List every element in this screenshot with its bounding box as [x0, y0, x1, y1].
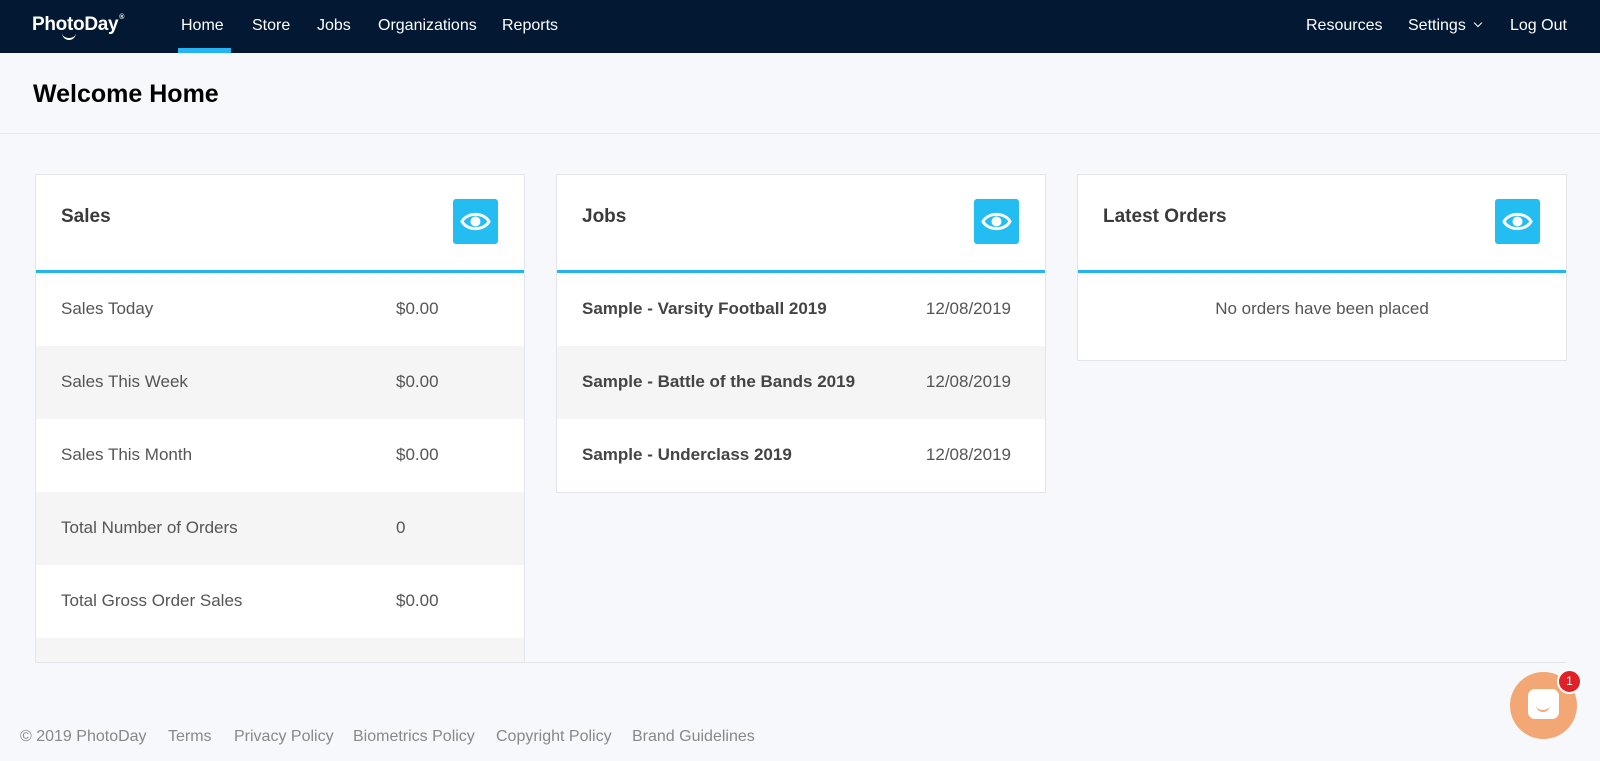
- nav-home[interactable]: Home: [181, 17, 224, 35]
- nav-store[interactable]: Store: [252, 17, 290, 35]
- sales-row-value: $0.00: [396, 372, 439, 391]
- nav-jobs[interactable]: Jobs: [317, 17, 351, 35]
- sales-card-title: Sales: [61, 206, 111, 227]
- footer-copyright: © 2019 PhotoDay: [20, 728, 147, 745]
- nav-settings-label: Settings: [1408, 17, 1466, 34]
- job-date: 12/08/2019: [925, 445, 1011, 464]
- sales-row: Sales This Month $0.00: [36, 419, 524, 492]
- latest-orders-card: Latest Orders No orders have been placed: [1077, 174, 1567, 361]
- job-row[interactable]: Sample - Varsity Football 2019 12/08/201…: [557, 273, 1045, 346]
- nav-resources[interactable]: Resources: [1306, 17, 1382, 35]
- sales-row: Sales This Week $0.00: [36, 346, 524, 419]
- job-name[interactable]: Sample - Battle of the Bands 2019: [582, 372, 855, 392]
- chat-notification-badge: 1: [1557, 669, 1582, 694]
- view-orders-button[interactable]: [1495, 199, 1540, 244]
- sales-row-label: Total Gross Order Sales: [61, 591, 243, 610]
- eye-icon: [981, 212, 1012, 231]
- content-divider: [35, 662, 1566, 663]
- eye-icon: [1502, 212, 1533, 231]
- job-name[interactable]: Sample - Underclass 2019: [582, 445, 792, 465]
- footer-brand-guidelines-link[interactable]: Brand Guidelines: [632, 728, 755, 746]
- footer-biometrics-link[interactable]: Biometrics Policy: [353, 728, 475, 746]
- view-sales-button[interactable]: [453, 199, 498, 244]
- sales-row-label: Sales This Week: [61, 372, 188, 391]
- footer-terms-link[interactable]: Terms: [168, 728, 212, 746]
- job-row[interactable]: Sample - Underclass 2019 12/08/2019: [557, 419, 1045, 492]
- nav-settings[interactable]: Settings: [1408, 17, 1483, 35]
- page-title: Welcome Home: [33, 80, 219, 108]
- top-navbar: PhotoDay® Home Store Jobs Organizations …: [0, 0, 1600, 53]
- photoday-logo[interactable]: PhotoDay®: [32, 14, 124, 40]
- jobs-card-header: Jobs: [557, 175, 1045, 273]
- sales-row: Sales Today $0.00: [36, 273, 524, 346]
- job-row[interactable]: Sample - Battle of the Bands 2019 12/08/…: [557, 346, 1045, 419]
- chevron-down-icon: [1473, 18, 1483, 28]
- sales-row: Total Number of Orders 0: [36, 492, 524, 565]
- footer-privacy-link[interactable]: Privacy Policy: [234, 728, 334, 746]
- sales-row-label: Sales This Month: [61, 445, 193, 464]
- eye-icon: [460, 212, 491, 231]
- job-date: 12/08/2019: [925, 372, 1011, 391]
- jobs-card-title: Jobs: [582, 206, 627, 227]
- sales-row-value: 0: [396, 518, 406, 537]
- footer-copyright-policy-link[interactable]: Copyright Policy: [496, 728, 612, 746]
- job-name[interactable]: Sample - Varsity Football 2019: [582, 299, 827, 319]
- sales-row-value: $0.00: [396, 591, 439, 610]
- sales-card: Sales Sales Today $0.00 Sales This Week …: [35, 174, 525, 663]
- sales-card-header: Sales: [36, 175, 524, 273]
- nav-reports[interactable]: Reports: [502, 17, 558, 35]
- view-jobs-button[interactable]: [974, 199, 1019, 244]
- page-header: Welcome Home: [0, 53, 1600, 134]
- nav-organizations[interactable]: Organizations: [378, 17, 477, 35]
- sales-row-label: Sales Today: [61, 299, 154, 318]
- logo-smile-icon: [62, 33, 76, 40]
- orders-empty-message: No orders have been placed: [1215, 299, 1429, 318]
- nav-logout[interactable]: Log Out: [1510, 17, 1567, 35]
- jobs-card: Jobs Sample - Varsity Football 2019 12/0…: [556, 174, 1046, 493]
- orders-card-title: Latest Orders: [1103, 206, 1227, 227]
- sales-row: Total Gross Order Sales $0.00: [36, 565, 524, 638]
- sales-row-value: $0.00: [396, 445, 439, 464]
- orders-card-header: Latest Orders: [1078, 175, 1566, 273]
- job-date: 12/08/2019: [925, 299, 1011, 318]
- chat-bubble-icon: [1528, 689, 1559, 719]
- sales-row-partial: [36, 638, 524, 663]
- sales-row-label: Total Number of Orders: [61, 518, 238, 537]
- sales-row-value: $0.00: [396, 299, 439, 318]
